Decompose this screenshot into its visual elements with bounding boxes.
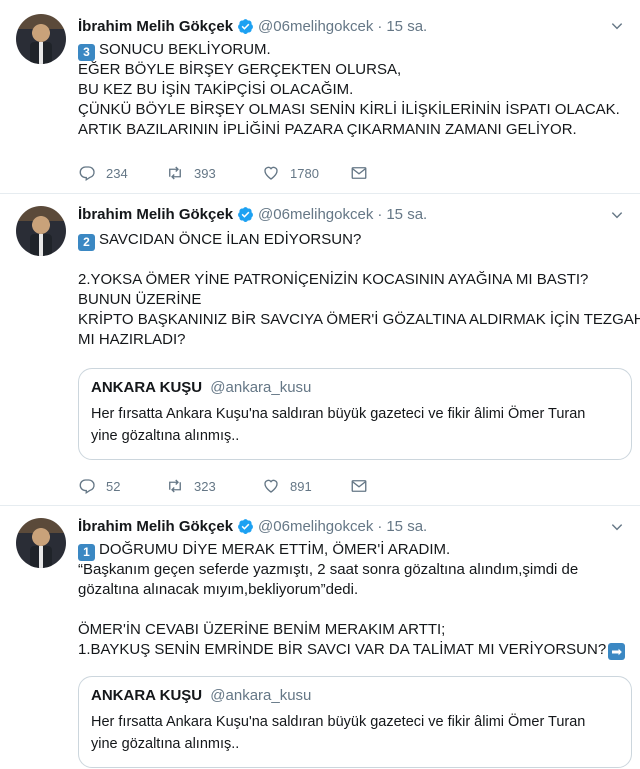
chevron-down-icon[interactable] [610,520,624,534]
tweet-line: ÖMER'İN CEVABI ÜZERİNE BENİM MERAKIM ART… [78,621,446,638]
reply-count: 234 [106,165,128,181]
tweet-actions: 52 323 891 [78,476,380,496]
like-count: 891 [290,478,312,494]
quoted-author-name: ANKARA KUŞU [91,687,203,704]
quoted-line: yine gözaltına alınmış.. [91,428,240,444]
keycap-number-icon: 2 [78,234,95,251]
tweet-time[interactable]: 15 sa. [386,18,427,35]
direct-message-button[interactable] [350,477,380,495]
chevron-down-icon[interactable] [610,208,624,222]
author-name[interactable]: İbrahim Melih Gökçek [78,518,233,535]
quoted-tweet[interactable]: ANKARA KUŞU @ankara_kusu Her fırsatta An… [78,676,632,768]
retweet-icon [169,166,181,180]
avatar[interactable] [16,14,66,64]
tweet-header: İbrahim Melih Gökçek @06melihgokcek · 15… [78,16,427,36]
quoted-tweet-text: Her fırsatta Ankara Kuşu'na saldıran büy… [91,711,619,755]
retweet-count: 393 [194,165,216,181]
reply-button[interactable]: 234 [78,164,166,182]
like-button[interactable]: 891 [262,477,350,495]
keycap-number-icon: 3 [78,44,95,61]
retweet-button[interactable]: 323 [166,477,262,495]
separator-dot: · [377,17,383,35]
avatar[interactable] [16,206,66,256]
author-handle[interactable]: @06melihgokcek [258,18,373,35]
retweet-icon [169,479,181,493]
like-button[interactable]: 1780 [262,164,350,182]
quoted-author-handle: @ankara_kusu [210,379,312,396]
tweet-2[interactable]: İbrahim Melih Gökçek @06melihgokcek · 15… [0,194,640,506]
verified-badge-icon [238,206,253,222]
direct-message-button[interactable] [350,164,380,182]
tweet-time[interactable]: 15 sa. [386,206,427,223]
reply-button[interactable]: 52 [78,477,166,495]
tweet-line: ÇÜNKÜ BÖYLE BİRŞEY OLMASI SENİN KİRLİ İL… [78,101,620,118]
tweet-header: İbrahim Melih Gökçek @06melihgokcek · 15… [78,516,427,536]
chevron-down-icon[interactable] [610,19,624,33]
tweet-actions: 234 393 1780 [78,163,380,183]
author-name[interactable]: İbrahim Melih Gökçek [78,18,233,35]
retweet-button[interactable]: 393 [166,164,262,182]
tweet-1[interactable]: İbrahim Melih Gökçek @06melihgokcek · 15… [0,0,640,194]
tweet-line: MI HAZIRLADI? [78,331,186,348]
tweet-line: 2.YOKSA ÖMER YİNE PATRONİÇENİZİN KOCASIN… [78,271,589,288]
envelope-icon [351,480,367,492]
separator-dot: · [377,205,383,223]
quoted-line: Her fırsatta Ankara Kuşu'na saldıran büy… [91,406,586,422]
quoted-tweet-header: ANKARA KUŞU @ankara_kusu [91,379,619,399]
reply-count: 52 [106,478,121,494]
tweet-text: 1 DOĞRUMU DİYE MERAK ETTİM, ÖMER'İ ARADIM… [78,540,626,660]
tweet-line: “Başkanım geçen seferde yazmıştı, 2 saat… [78,561,579,578]
tweet-line: gözaltına alınacak mıyım,bekliyorum”dedi… [78,581,359,598]
keycap-number-icon: 1 [78,544,95,561]
quoted-line: Her fırsatta Ankara Kuşu'na saldıran büy… [91,714,586,730]
right-arrow-icon: ➡ [608,643,626,660]
author-handle[interactable]: @06melihgokcek [258,518,373,535]
quoted-tweet-header: ANKARA KUŞU @ankara_kusu [91,687,619,707]
verified-badge-icon [238,518,253,534]
avatar[interactable] [16,518,66,568]
tweet-time[interactable]: 15 sa. [386,518,427,535]
tweet-line: BU KEZ BU İŞİN TAKİPÇİSİ OLACAĞIM. [78,81,354,98]
quoted-line: yine gözaltına alınmış.. [91,736,240,752]
tweet-3[interactable]: İbrahim Melih Gökçek @06melihgokcek · 15… [0,506,640,769]
tweet-text: 2 SAVCIDAN ÖNCE İLAN EDİYORSUN? 2.YOKSA Ö… [78,230,640,350]
tweet-line: KRİPTO BAŞKANINIZ BİR SAVCIYA ÖMER'İ GÖZ… [78,311,640,328]
envelope-icon [351,167,367,179]
tweet-line: 1.BAYKUŞ SENİN EMRİNDE BİR SAVCI VAR DA … [78,640,626,660]
separator-dot: · [377,517,383,535]
quoted-author-name: ANKARA KUŞU [91,379,203,396]
tweet-line: 3 SONUCU BEKLİYORUM. [78,40,626,61]
quoted-tweet-text: Her fırsatta Ankara Kuşu'na saldıran büy… [91,403,619,447]
retweet-count: 323 [194,478,216,494]
tweet-line: ARTIK BAZILARININ İPLİĞİNİ PAZARA ÇIKARM… [78,121,577,138]
tweet-text: 3 SONUCU BEKLİYORUM. EĞER BÖYLE BİRŞEY GE… [78,40,626,140]
tweet-line: BUNUN ÜZERİNE [78,291,202,308]
reply-icon [79,479,95,494]
quoted-author-handle: @ankara_kusu [210,687,312,704]
verified-badge-icon [238,18,253,34]
quoted-tweet[interactable]: ANKARA KUŞU @ankara_kusu Her fırsatta An… [78,368,632,460]
reply-icon [79,166,95,181]
heart-icon [264,166,278,180]
tweet-line: 1 DOĞRUMU DİYE MERAK ETTİM, ÖMER'İ ARADIM… [78,540,626,561]
author-handle[interactable]: @06melihgokcek [258,206,373,223]
heart-icon [264,479,278,493]
tweet-line: EĞER BÖYLE BİRŞEY GERÇEKTEN OLURSA, [78,61,402,78]
like-count: 1780 [290,165,319,181]
author-name[interactable]: İbrahim Melih Gökçek [78,206,233,223]
tweet-line: 2 SAVCIDAN ÖNCE İLAN EDİYORSUN? [78,230,626,251]
tweet-header: İbrahim Melih Gökçek @06melihgokcek · 15… [78,204,427,224]
